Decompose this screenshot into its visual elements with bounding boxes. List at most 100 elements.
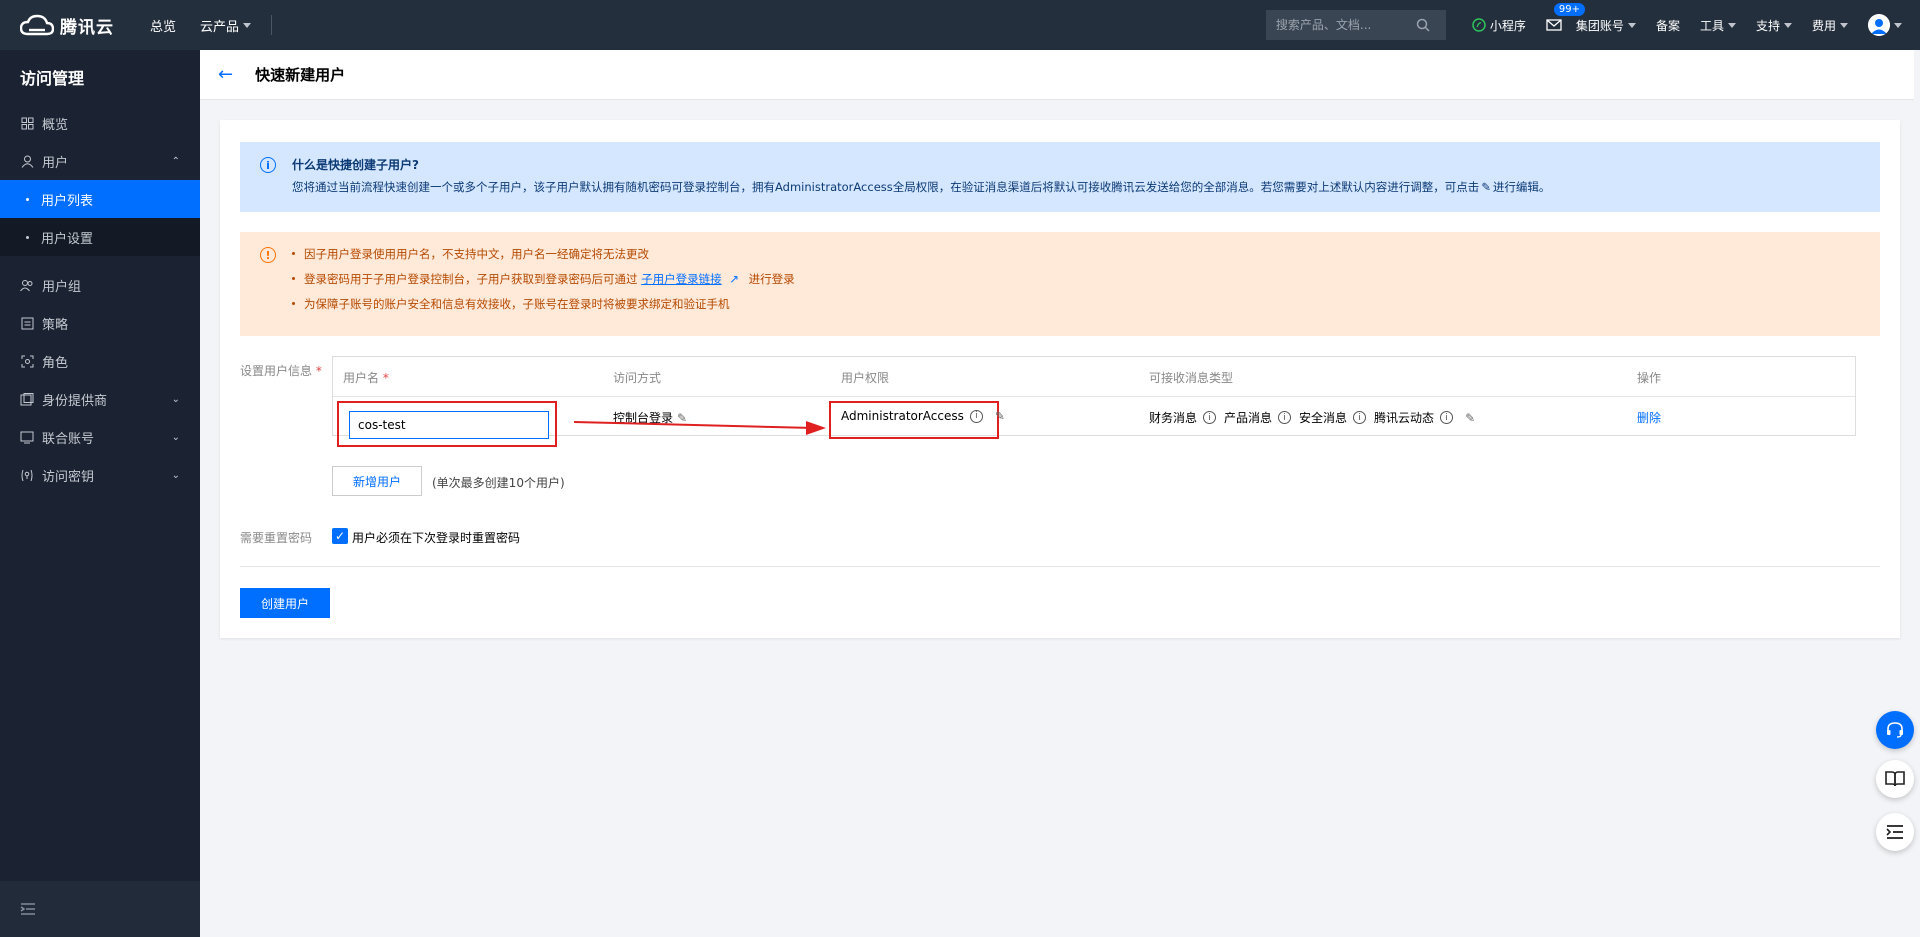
edit-permission-pencil-icon[interactable]: ✎ bbox=[995, 409, 1005, 423]
policy-icon bbox=[20, 316, 34, 330]
warning-list: 因子用户登录使用用户名，不支持中文，用户名一经确定将无法更改 登录密码用于子用户… bbox=[292, 246, 1860, 312]
info-banner-text-part2: 进行编辑。 bbox=[1492, 180, 1551, 194]
sidebar-item-label: 概览 bbox=[42, 117, 69, 133]
nav-support[interactable]: 支持 bbox=[1746, 0, 1802, 50]
sidebar-item-label: 策略 bbox=[42, 317, 69, 333]
nav-tools-label: 工具 bbox=[1699, 18, 1724, 33]
nav-miniprogram-label: 小程序 bbox=[1489, 18, 1526, 33]
external-link-icon: ↗ bbox=[729, 272, 739, 286]
brand-logo[interactable]: 腾讯云 bbox=[0, 0, 138, 50]
chevron-down-icon: ⌄ bbox=[171, 469, 180, 481]
create-user-card: i 什么是快捷创建子用户? 您将通过当前流程快速创建一个或多个子用户，该子用户默… bbox=[220, 120, 1900, 638]
msg-tencent-news: 腾讯云动态 bbox=[1374, 411, 1435, 425]
chevron-down-icon bbox=[1783, 22, 1792, 28]
book-icon bbox=[1885, 771, 1905, 787]
key-icon bbox=[20, 468, 34, 482]
nav-beian[interactable]: 备案 bbox=[1646, 0, 1690, 50]
search-box[interactable] bbox=[1265, 10, 1446, 40]
menu-button[interactable] bbox=[1876, 813, 1914, 851]
msg-product: 产品消息 bbox=[1224, 411, 1273, 425]
sidebar-collapse-toggle[interactable] bbox=[0, 881, 200, 937]
sidebar-item-user-groups[interactable]: 用户组 bbox=[0, 266, 200, 304]
warning-banner: ! 因子用户登录使用用户名，不支持中文，用户名一经确定将无法更改 登录密码用于子… bbox=[240, 232, 1880, 336]
miniprogram-icon bbox=[1472, 18, 1486, 32]
sidebar-item-label: 身份提供商 bbox=[42, 393, 108, 409]
docs-button[interactable] bbox=[1876, 760, 1914, 798]
sidebar-item-federated-accounts[interactable]: 联合账号 ⌄ bbox=[0, 418, 200, 456]
info-icon[interactable]: i bbox=[1353, 411, 1367, 424]
page-title: 快速新建用户 bbox=[255, 66, 346, 84]
brand-name: 腾讯云 bbox=[60, 17, 114, 38]
edit-messages-pencil-icon[interactable]: ✎ bbox=[1465, 411, 1475, 425]
chevron-down-icon bbox=[1894, 22, 1902, 28]
info-icon[interactable]: i bbox=[1440, 411, 1454, 424]
chevron-down-icon bbox=[243, 22, 252, 28]
grid-icon bbox=[20, 116, 34, 130]
sidebar-item-overview[interactable]: 概览 bbox=[0, 104, 200, 142]
nav-billing[interactable]: 费用 bbox=[1802, 0, 1858, 50]
sub-user-login-link[interactable]: 子用户登录链接 bbox=[641, 272, 722, 286]
col-username-label: 用户名 bbox=[343, 371, 380, 385]
user-table: 用户名 * 访问方式 用户权限 可接收消息类型 操作 控制台登录 ✎ Admin… bbox=[332, 356, 1856, 447]
bullet-icon bbox=[26, 235, 29, 239]
search-input[interactable] bbox=[1275, 18, 1416, 32]
federated-icon bbox=[20, 430, 34, 444]
permission-cell: AdministratorAccess i ✎ bbox=[841, 409, 1005, 423]
warning-item: 因子用户登录使用用户名，不支持中文，用户名一经确定将无法更改 bbox=[292, 246, 1860, 262]
annotation-arrow-icon bbox=[574, 421, 826, 435]
bullet-icon bbox=[26, 197, 29, 201]
warning-item-text: 登录密码用于子用户登录控制台，子用户获取到登录密码后可通过 bbox=[304, 272, 638, 286]
table-row: 控制台登录 ✎ AdministratorAccess i ✎ 财务消息 i 产… bbox=[333, 397, 1855, 447]
top-navbar: 腾讯云 总览 云产品 小程序 99+ 集团账号 备案 工具 支持 费用 bbox=[0, 0, 1920, 50]
col-messages: 可接收消息类型 bbox=[1149, 371, 1234, 385]
messages-cell: 财务消息 i 产品消息 i 安全消息 i 腾讯云动态 i ✎ bbox=[1149, 409, 1475, 426]
avatar-icon bbox=[1868, 14, 1890, 36]
mail-icon bbox=[1546, 19, 1562, 31]
back-arrow-icon[interactable]: ← bbox=[218, 64, 233, 85]
sidebar-item-users[interactable]: 用户 ⌃ bbox=[0, 142, 200, 180]
info-icon[interactable]: i bbox=[1278, 411, 1292, 424]
info-banner-title: 什么是快捷创建子用户? bbox=[292, 158, 419, 172]
nav-mail[interactable]: 99+ bbox=[1536, 0, 1586, 50]
sidebar-item-roles[interactable]: 角色 bbox=[0, 342, 200, 380]
page-header: ← 快速新建用户 bbox=[200, 50, 1920, 100]
sidebar-item-label: 用户 bbox=[42, 155, 69, 171]
add-user-button[interactable]: 新增用户 bbox=[332, 466, 422, 496]
user-info-label-text: 设置用户信息 bbox=[240, 364, 313, 378]
user-icon bbox=[20, 154, 34, 168]
sidebar-item-user-settings[interactable]: 用户设置 bbox=[0, 218, 200, 256]
reset-password-checkbox[interactable]: ✓ bbox=[332, 528, 348, 544]
delete-link[interactable]: 删除 bbox=[1637, 409, 1661, 426]
chevron-down-icon bbox=[1727, 22, 1736, 28]
sidebar-item-access-keys[interactable]: 访问密钥 ⌄ bbox=[0, 456, 200, 494]
identity-icon bbox=[20, 392, 34, 406]
warning-icon: ! bbox=[260, 247, 276, 263]
nav-account[interactable] bbox=[1858, 0, 1920, 50]
add-user-note: (单次最多创建10个用户) bbox=[432, 476, 565, 490]
create-user-button[interactable]: 创建用户 bbox=[240, 588, 330, 618]
info-icon[interactable]: i bbox=[969, 409, 983, 423]
info-banner-text: 您将通过当前流程快速创建一个或多个子用户，该子用户默认拥有随机密码可登录控制台，… bbox=[292, 179, 1860, 195]
sidebar-item-identity-providers[interactable]: 身份提供商 ⌄ bbox=[0, 380, 200, 418]
customer-service-button[interactable] bbox=[1876, 711, 1914, 749]
sidebar-item-policies[interactable]: 策略 bbox=[0, 304, 200, 342]
required-mark: * bbox=[382, 371, 389, 385]
nav-group-account[interactable]: 集团账号 bbox=[1566, 0, 1646, 50]
chevron-down-icon: ⌄ bbox=[171, 393, 180, 405]
chevron-down-icon bbox=[1627, 22, 1636, 28]
role-icon bbox=[20, 354, 34, 368]
page-scrollbar[interactable] bbox=[1914, 50, 1920, 937]
info-icon[interactable]: i bbox=[1203, 411, 1217, 424]
reset-password-checkbox-label[interactable]: 用户必须在下次登录时重置密码 bbox=[352, 529, 520, 546]
sidebar-item-user-list[interactable]: 用户列表 bbox=[0, 180, 200, 218]
nav-miniprogram[interactable]: 小程序 bbox=[1462, 0, 1536, 50]
username-input[interactable] bbox=[349, 411, 549, 439]
sidebar-item-label: 用户列表 bbox=[41, 193, 94, 209]
nav-overview[interactable]: 总览 bbox=[138, 0, 188, 50]
headset-icon bbox=[1887, 722, 1903, 738]
username-highlight-box bbox=[337, 401, 557, 447]
nav-products[interactable]: 云产品 bbox=[188, 0, 263, 50]
nav-tools[interactable]: 工具 bbox=[1690, 0, 1746, 50]
required-mark: * bbox=[315, 364, 322, 378]
